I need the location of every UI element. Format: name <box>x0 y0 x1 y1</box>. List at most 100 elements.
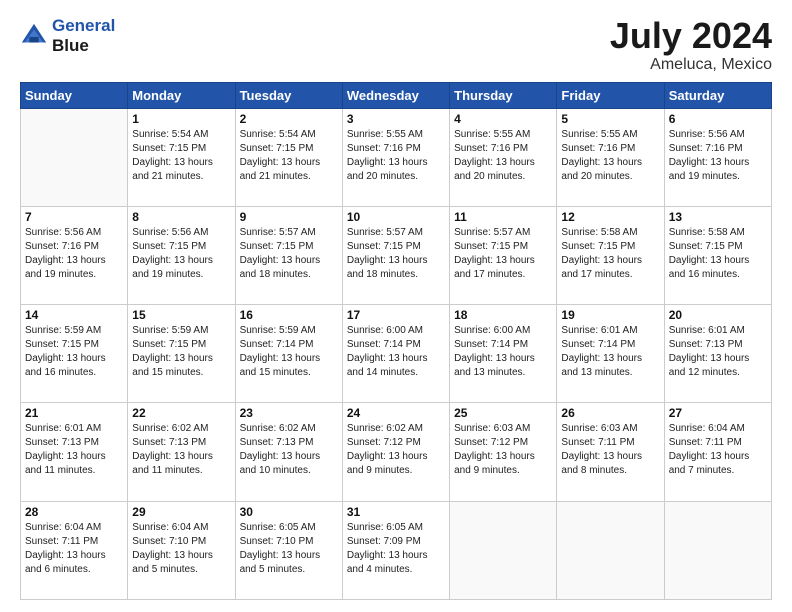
calendar-cell <box>21 108 128 206</box>
logo-line1: General <box>52 16 115 35</box>
day-number: 27 <box>669 406 767 420</box>
col-monday: Monday <box>128 82 235 108</box>
col-friday: Friday <box>557 82 664 108</box>
day-info: Sunrise: 5:55 AMSunset: 7:16 PMDaylight:… <box>347 128 445 184</box>
day-info: Sunrise: 5:57 AMSunset: 7:15 PMDaylight:… <box>347 226 445 282</box>
calendar-cell: 5 Sunrise: 5:55 AMSunset: 7:16 PMDayligh… <box>557 108 664 206</box>
day-number: 24 <box>347 406 445 420</box>
day-info: Sunrise: 5:56 AMSunset: 7:15 PMDaylight:… <box>132 226 230 282</box>
col-sunday: Sunday <box>21 82 128 108</box>
day-number: 29 <box>132 505 230 519</box>
day-info: Sunrise: 6:00 AMSunset: 7:14 PMDaylight:… <box>454 324 552 380</box>
day-info: Sunrise: 5:57 AMSunset: 7:15 PMDaylight:… <box>454 226 552 282</box>
day-number: 16 <box>240 308 338 322</box>
day-info: Sunrise: 5:57 AMSunset: 7:15 PMDaylight:… <box>240 226 338 282</box>
day-number: 21 <box>25 406 123 420</box>
calendar-table: Sunday Monday Tuesday Wednesday Thursday… <box>20 82 772 600</box>
day-number: 11 <box>454 210 552 224</box>
day-info: Sunrise: 6:01 AMSunset: 7:13 PMDaylight:… <box>25 422 123 478</box>
calendar-cell: 11 Sunrise: 5:57 AMSunset: 7:15 PMDaylig… <box>450 206 557 304</box>
day-info: Sunrise: 6:01 AMSunset: 7:13 PMDaylight:… <box>669 324 767 380</box>
calendar-cell: 1 Sunrise: 5:54 AMSunset: 7:15 PMDayligh… <box>128 108 235 206</box>
calendar-cell: 20 Sunrise: 6:01 AMSunset: 7:13 PMDaylig… <box>664 305 771 403</box>
calendar-cell: 17 Sunrise: 6:00 AMSunset: 7:14 PMDaylig… <box>342 305 449 403</box>
calendar-cell: 16 Sunrise: 5:59 AMSunset: 7:14 PMDaylig… <box>235 305 342 403</box>
day-number: 23 <box>240 406 338 420</box>
day-info: Sunrise: 5:59 AMSunset: 7:15 PMDaylight:… <box>132 324 230 380</box>
day-info: Sunrise: 5:58 AMSunset: 7:15 PMDaylight:… <box>669 226 767 282</box>
calendar-cell: 12 Sunrise: 5:58 AMSunset: 7:15 PMDaylig… <box>557 206 664 304</box>
week-row-4: 21 Sunrise: 6:01 AMSunset: 7:13 PMDaylig… <box>21 403 772 501</box>
day-number: 20 <box>669 308 767 322</box>
calendar-cell: 10 Sunrise: 5:57 AMSunset: 7:15 PMDaylig… <box>342 206 449 304</box>
calendar-cell: 21 Sunrise: 6:01 AMSunset: 7:13 PMDaylig… <box>21 403 128 501</box>
calendar-cell: 23 Sunrise: 6:02 AMSunset: 7:13 PMDaylig… <box>235 403 342 501</box>
day-info: Sunrise: 6:05 AMSunset: 7:10 PMDaylight:… <box>240 521 338 577</box>
day-info: Sunrise: 5:59 AMSunset: 7:15 PMDaylight:… <box>25 324 123 380</box>
day-number: 14 <box>25 308 123 322</box>
day-number: 30 <box>240 505 338 519</box>
day-number: 3 <box>347 112 445 126</box>
calendar-header-row: Sunday Monday Tuesday Wednesday Thursday… <box>21 82 772 108</box>
calendar-cell: 30 Sunrise: 6:05 AMSunset: 7:10 PMDaylig… <box>235 501 342 599</box>
calendar-cell <box>557 501 664 599</box>
day-info: Sunrise: 6:04 AMSunset: 7:11 PMDaylight:… <box>669 422 767 478</box>
day-info: Sunrise: 5:55 AMSunset: 7:16 PMDaylight:… <box>454 128 552 184</box>
day-number: 17 <box>347 308 445 322</box>
calendar-cell: 28 Sunrise: 6:04 AMSunset: 7:11 PMDaylig… <box>21 501 128 599</box>
day-info: Sunrise: 6:04 AMSunset: 7:11 PMDaylight:… <box>25 521 123 577</box>
day-number: 8 <box>132 210 230 224</box>
day-info: Sunrise: 6:03 AMSunset: 7:12 PMDaylight:… <box>454 422 552 478</box>
logo-icon <box>20 22 48 50</box>
calendar-cell: 29 Sunrise: 6:04 AMSunset: 7:10 PMDaylig… <box>128 501 235 599</box>
calendar-cell: 31 Sunrise: 6:05 AMSunset: 7:09 PMDaylig… <box>342 501 449 599</box>
day-info: Sunrise: 5:55 AMSunset: 7:16 PMDaylight:… <box>561 128 659 184</box>
day-info: Sunrise: 5:56 AMSunset: 7:16 PMDaylight:… <box>669 128 767 184</box>
day-number: 25 <box>454 406 552 420</box>
calendar-cell: 19 Sunrise: 6:01 AMSunset: 7:14 PMDaylig… <box>557 305 664 403</box>
calendar-cell: 13 Sunrise: 5:58 AMSunset: 7:15 PMDaylig… <box>664 206 771 304</box>
day-number: 5 <box>561 112 659 126</box>
day-info: Sunrise: 5:58 AMSunset: 7:15 PMDaylight:… <box>561 226 659 282</box>
subtitle: Ameluca, Mexico <box>610 56 772 74</box>
calendar-cell: 8 Sunrise: 5:56 AMSunset: 7:15 PMDayligh… <box>128 206 235 304</box>
calendar-cell: 9 Sunrise: 5:57 AMSunset: 7:15 PMDayligh… <box>235 206 342 304</box>
calendar-cell: 22 Sunrise: 6:02 AMSunset: 7:13 PMDaylig… <box>128 403 235 501</box>
title-block: July 2024 Ameluca, Mexico <box>610 16 772 74</box>
week-row-5: 28 Sunrise: 6:04 AMSunset: 7:11 PMDaylig… <box>21 501 772 599</box>
col-tuesday: Tuesday <box>235 82 342 108</box>
day-number: 2 <box>240 112 338 126</box>
calendar-cell: 27 Sunrise: 6:04 AMSunset: 7:11 PMDaylig… <box>664 403 771 501</box>
day-number: 26 <box>561 406 659 420</box>
day-number: 12 <box>561 210 659 224</box>
week-row-3: 14 Sunrise: 5:59 AMSunset: 7:15 PMDaylig… <box>21 305 772 403</box>
day-info: Sunrise: 6:04 AMSunset: 7:10 PMDaylight:… <box>132 521 230 577</box>
day-info: Sunrise: 6:02 AMSunset: 7:12 PMDaylight:… <box>347 422 445 478</box>
day-number: 15 <box>132 308 230 322</box>
logo-text: General Blue <box>52 16 115 57</box>
day-number: 9 <box>240 210 338 224</box>
day-number: 19 <box>561 308 659 322</box>
header: General Blue July 2024 Ameluca, Mexico <box>20 16 772 74</box>
day-number: 18 <box>454 308 552 322</box>
calendar-cell: 7 Sunrise: 5:56 AMSunset: 7:16 PMDayligh… <box>21 206 128 304</box>
day-number: 10 <box>347 210 445 224</box>
calendar-cell: 18 Sunrise: 6:00 AMSunset: 7:14 PMDaylig… <box>450 305 557 403</box>
day-number: 28 <box>25 505 123 519</box>
day-info: Sunrise: 5:54 AMSunset: 7:15 PMDaylight:… <box>132 128 230 184</box>
day-number: 13 <box>669 210 767 224</box>
day-info: Sunrise: 5:59 AMSunset: 7:14 PMDaylight:… <box>240 324 338 380</box>
day-info: Sunrise: 6:03 AMSunset: 7:11 PMDaylight:… <box>561 422 659 478</box>
col-thursday: Thursday <box>450 82 557 108</box>
calendar-cell: 6 Sunrise: 5:56 AMSunset: 7:16 PMDayligh… <box>664 108 771 206</box>
logo-line2: Blue <box>52 36 89 55</box>
col-saturday: Saturday <box>664 82 771 108</box>
day-info: Sunrise: 6:01 AMSunset: 7:14 PMDaylight:… <box>561 324 659 380</box>
calendar-cell: 4 Sunrise: 5:55 AMSunset: 7:16 PMDayligh… <box>450 108 557 206</box>
day-info: Sunrise: 6:02 AMSunset: 7:13 PMDaylight:… <box>240 422 338 478</box>
logo: General Blue <box>20 16 115 57</box>
day-number: 31 <box>347 505 445 519</box>
calendar-cell: 15 Sunrise: 5:59 AMSunset: 7:15 PMDaylig… <box>128 305 235 403</box>
day-info: Sunrise: 5:56 AMSunset: 7:16 PMDaylight:… <box>25 226 123 282</box>
day-info: Sunrise: 6:02 AMSunset: 7:13 PMDaylight:… <box>132 422 230 478</box>
